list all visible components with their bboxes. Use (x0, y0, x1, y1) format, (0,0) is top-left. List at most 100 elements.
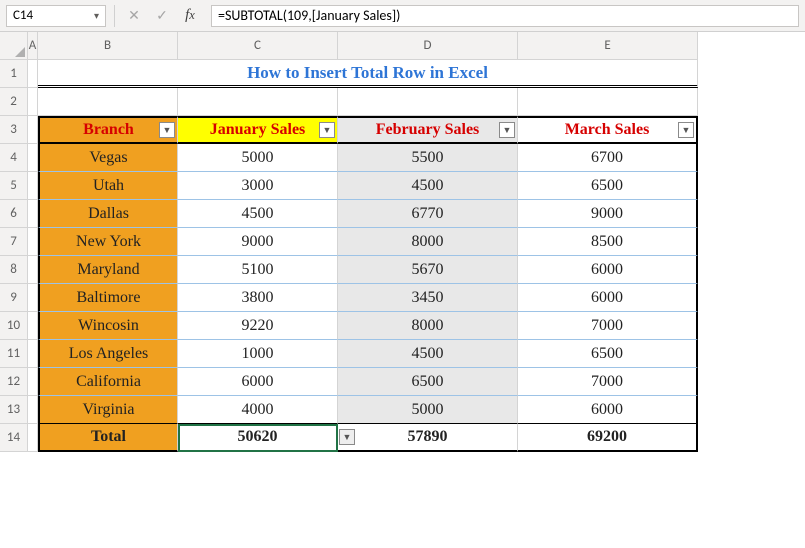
row-header-10[interactable]: 10 (0, 312, 28, 340)
table-cell[interactable]: Virginia (38, 396, 178, 424)
cell-A13[interactable] (28, 396, 38, 424)
table-cell[interactable]: 5100 (178, 256, 338, 284)
table-header-mar[interactable]: March Sales ▼ (518, 116, 698, 144)
cell-A8[interactable] (28, 256, 38, 284)
cancel-formula-button[interactable]: ✕ (123, 5, 145, 27)
cell-A4[interactable] (28, 144, 38, 172)
table-cell[interactable]: 9220 (178, 312, 338, 340)
name-box-dropdown-icon[interactable]: ▾ (94, 9, 99, 22)
cell-A6[interactable] (28, 200, 38, 228)
total-dropdown-icon[interactable]: ▼ (339, 429, 355, 445)
row-header-14[interactable]: 14 (0, 424, 28, 452)
table-cell[interactable]: Baltimore (38, 284, 178, 312)
row-header-7[interactable]: 7 (0, 228, 28, 256)
total-feb-cell[interactable]: 57890 (338, 424, 518, 452)
table-cell[interactable]: 9000 (178, 228, 338, 256)
table-header-branch[interactable]: Branch ▼ (38, 116, 178, 144)
cell-E2[interactable] (518, 88, 698, 116)
table-cell[interactable]: 3450 (338, 284, 518, 312)
header-label: Branch (83, 121, 134, 139)
table-cell[interactable]: 4500 (338, 172, 518, 200)
table-cell[interactable]: 5000 (338, 396, 518, 424)
row-header-8[interactable]: 8 (0, 256, 28, 284)
row-header-12[interactable]: 12 (0, 368, 28, 396)
filter-dropdown-icon[interactable]: ▼ (159, 122, 175, 138)
table-cell[interactable]: 7000 (518, 368, 698, 396)
table-cell[interactable]: 9000 (518, 200, 698, 228)
row-header-6[interactable]: 6 (0, 200, 28, 228)
row-header-5[interactable]: 5 (0, 172, 28, 200)
name-box[interactable]: C14 ▾ (6, 5, 106, 27)
table-cell[interactable]: 8000 (338, 312, 518, 340)
table-cell[interactable]: 1000 (178, 340, 338, 368)
table-header-jan[interactable]: January Sales ▼ (178, 116, 338, 144)
cell-A9[interactable] (28, 284, 38, 312)
total-label-cell[interactable]: Total (38, 424, 178, 452)
table-cell[interactable]: 5000 (178, 144, 338, 172)
total-mar-cell[interactable]: 69200 (518, 424, 698, 452)
filter-dropdown-icon[interactable]: ▼ (319, 122, 335, 138)
enter-formula-button[interactable]: ✓ (151, 5, 173, 27)
table-cell[interactable]: Utah (38, 172, 178, 200)
cell-A2[interactable] (28, 88, 38, 116)
col-header-D[interactable]: D (338, 32, 518, 60)
cell-A10[interactable] (28, 312, 38, 340)
table-cell[interactable]: 5670 (338, 256, 518, 284)
cell-A5[interactable] (28, 172, 38, 200)
row-header-1[interactable]: 1 (0, 60, 28, 88)
filter-dropdown-icon[interactable]: ▼ (499, 122, 515, 138)
table-cell[interactable]: 5500 (338, 144, 518, 172)
cell-A12[interactable] (28, 368, 38, 396)
table-cell[interactable]: 4500 (338, 340, 518, 368)
table-cell[interactable]: 6000 (518, 396, 698, 424)
cell-A3[interactable] (28, 116, 38, 144)
cell-A11[interactable] (28, 340, 38, 368)
table-cell[interactable]: 3800 (178, 284, 338, 312)
table-cell[interactable]: 6500 (518, 172, 698, 200)
col-header-B[interactable]: B (38, 32, 178, 60)
table-cell[interactable]: 4000 (178, 396, 338, 424)
filter-dropdown-icon[interactable]: ▼ (678, 122, 694, 138)
row-header-2[interactable]: 2 (0, 88, 28, 116)
cell-A1[interactable] (28, 60, 38, 88)
col-header-E[interactable]: E (518, 32, 698, 60)
cell-C2[interactable] (178, 88, 338, 116)
table-cell[interactable]: 6500 (518, 340, 698, 368)
table-cell[interactable]: 4500 (178, 200, 338, 228)
cell-A7[interactable] (28, 228, 38, 256)
table-header-feb[interactable]: February Sales ▼ (338, 116, 518, 144)
row-header-3[interactable]: 3 (0, 116, 28, 144)
cell-A14[interactable] (28, 424, 38, 452)
table-cell[interactable]: 6500 (338, 368, 518, 396)
table-cell[interactable]: 6700 (518, 144, 698, 172)
table-cell[interactable]: Vegas (38, 144, 178, 172)
formula-input[interactable]: =SUBTOTAL(109,[January Sales]) (211, 5, 799, 27)
table-cell[interactable]: Los Angeles (38, 340, 178, 368)
cell-B2[interactable] (38, 88, 178, 116)
col-header-C[interactable]: C (178, 32, 338, 60)
table-cell[interactable]: Wincosin (38, 312, 178, 340)
row-header-13[interactable]: 13 (0, 396, 28, 424)
table-cell[interactable]: 3000 (178, 172, 338, 200)
table-cell[interactable]: New York (38, 228, 178, 256)
table-cell[interactable]: 6000 (518, 284, 698, 312)
name-box-value: C14 (13, 8, 94, 23)
table-cell[interactable]: 7000 (518, 312, 698, 340)
table-cell[interactable]: 6000 (178, 368, 338, 396)
col-header-A[interactable]: A (28, 32, 38, 60)
table-cell[interactable]: California (38, 368, 178, 396)
title-cell[interactable]: How to Insert Total Row in Excel (38, 60, 698, 88)
insert-function-button[interactable]: fx (179, 5, 201, 27)
row-header-11[interactable]: 11 (0, 340, 28, 368)
table-cell[interactable]: 8500 (518, 228, 698, 256)
total-jan-cell[interactable]: 50620 ▼ (178, 424, 338, 452)
table-cell[interactable]: Dallas (38, 200, 178, 228)
row-header-9[interactable]: 9 (0, 284, 28, 312)
table-cell[interactable]: 6000 (518, 256, 698, 284)
table-cell[interactable]: 6770 (338, 200, 518, 228)
table-cell[interactable]: Maryland (38, 256, 178, 284)
cell-D2[interactable] (338, 88, 518, 116)
select-all-corner[interactable] (0, 32, 28, 60)
table-cell[interactable]: 8000 (338, 228, 518, 256)
row-header-4[interactable]: 4 (0, 144, 28, 172)
